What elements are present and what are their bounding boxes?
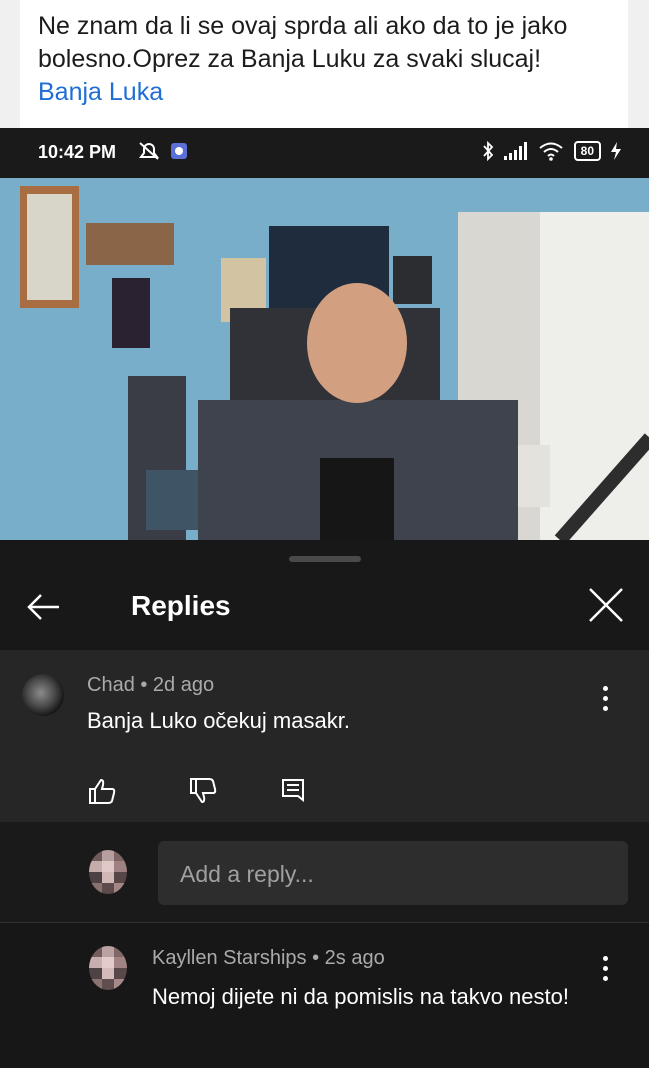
caption-card: Ne znam da li se ovaj sprda ali ako da t…	[20, 0, 628, 128]
battery-icon: 80	[573, 141, 601, 161]
reply-text: Nemoj dijete ni da pomislis na takvo nes…	[152, 984, 569, 1009]
avatar[interactable]	[89, 946, 127, 990]
close-icon[interactable]	[586, 585, 626, 625]
caption-text: Ne znam da li se ovaj sprda ali ako da t…	[38, 10, 608, 109]
post-caption: Ne znam da li se ovaj sprda ali ako da t…	[0, 0, 649, 128]
reply-placeholder: Add a reply...	[180, 861, 314, 887]
caption-message: Ne znam da li se ovaj sprda ali ako da t…	[38, 12, 568, 73]
signal-icon	[503, 142, 527, 160]
top-comment: Chad • 2d ago Banja Luko očekuj masakr.	[0, 650, 649, 822]
replies-sheet: Replies Chad • 2d ago Banja Luko očekuj …	[0, 540, 649, 1068]
comment-meta: Chad • 2d ago	[87, 674, 215, 696]
like-icon[interactable]	[87, 776, 117, 806]
reply-menu-icon[interactable]	[595, 956, 615, 992]
reply-icon[interactable]	[278, 776, 308, 806]
status-bar: 10:42 PM 80	[0, 128, 649, 178]
back-arrow-icon[interactable]	[25, 588, 63, 626]
video-frame	[0, 178, 649, 540]
wifi-icon	[539, 142, 563, 161]
comment-text: Banja Luko očekuj masakr.	[87, 708, 350, 733]
comment-menu-icon[interactable]	[595, 686, 615, 722]
dislike-icon[interactable]	[188, 776, 218, 806]
video-thumbnail[interactable]	[0, 178, 649, 540]
drag-handle[interactable]	[289, 556, 361, 562]
mute-icon	[139, 142, 159, 160]
avatar[interactable]	[89, 850, 127, 894]
reply-comment: Kayllen Starships • 2s ago Nemoj dijete …	[0, 923, 649, 1068]
replies-header: Replies	[0, 568, 649, 650]
avatar[interactable]	[22, 674, 64, 716]
banja-luka-link[interactable]: Banja Luka	[38, 78, 163, 106]
charging-icon	[611, 142, 621, 160]
status-icons-left	[138, 141, 188, 161]
reply-input[interactable]: Add a reply...	[158, 841, 628, 905]
app-notification-icon	[171, 143, 187, 159]
bluetooth-icon	[482, 141, 493, 161]
pixelated-avatar	[89, 946, 127, 990]
reply-input-row: Add a reply...	[0, 822, 649, 923]
status-icons-right: 80	[482, 141, 621, 161]
reply-meta: Kayllen Starships • 2s ago	[152, 947, 385, 969]
pixelated-avatar	[89, 850, 127, 894]
status-time: 10:42 PM	[38, 142, 117, 162]
replies-title: Replies	[131, 590, 231, 621]
